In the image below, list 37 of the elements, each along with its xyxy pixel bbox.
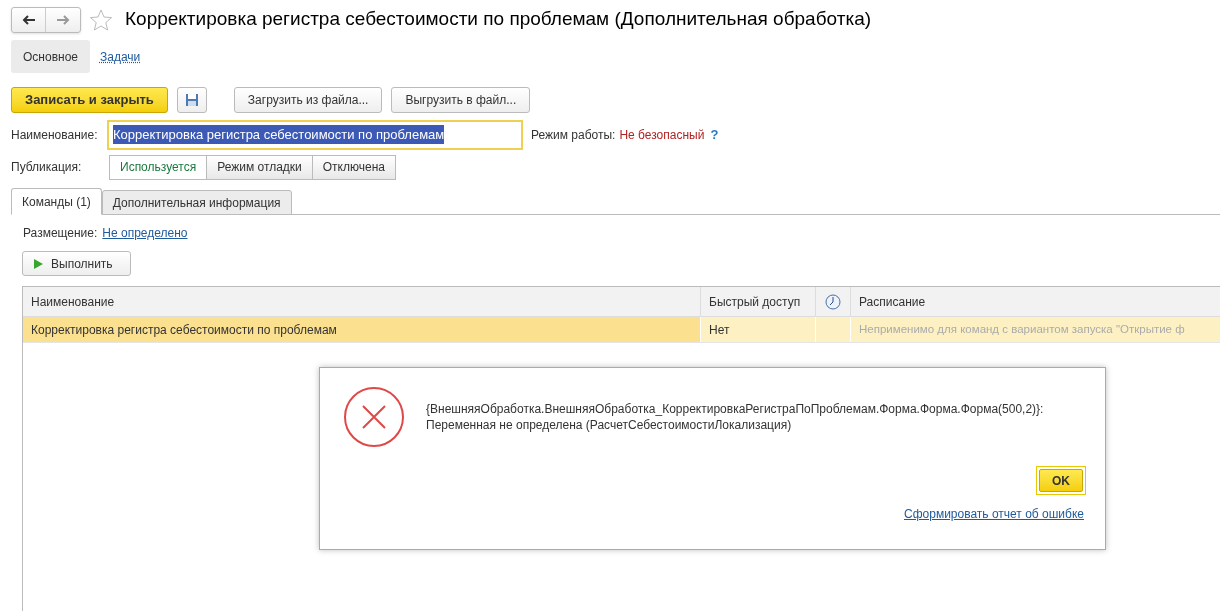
publication-option[interactable]: Отключена (311, 154, 396, 180)
toolbar-button[interactable]: Выгрузить в файл... (391, 87, 531, 113)
forward-arrow-icon (56, 14, 70, 25)
window-title: Корректировка регистра себестоимости по проблемам (Дополнительная обработка) (125, 7, 872, 32)
save-and-close-button[interactable]: Записать и закрыть (11, 87, 168, 113)
publication-option[interactable]: Используется (109, 154, 208, 180)
publication-label: Публикация: (11, 159, 83, 176)
column-header[interactable]: Быстрый доступ (701, 287, 816, 316)
clock-icon (825, 293, 841, 310)
column-header[interactable]: Расписание (851, 287, 1220, 316)
save-button[interactable] (176, 87, 207, 113)
table-cell: Нет (701, 317, 816, 342)
back-arrow-icon (21, 14, 36, 25)
mode-label: Режим работы: (531, 126, 616, 144)
ok-button[interactable]: OK (1039, 469, 1083, 492)
star-icon[interactable] (89, 7, 113, 32)
table-row[interactable]: Корректировка регистра себестоимости по проблемам Нет Неприменимо для команд с вариантом запуска "Открытие ф (23, 317, 1220, 343)
tab[interactable]: Команды (1) (11, 188, 102, 215)
column-header[interactable]: Наименование (23, 287, 701, 316)
error-report-link[interactable]: Сформировать отчет об ошибке (904, 505, 1084, 523)
toolbar-button[interactable]: Загрузить из файла... (233, 87, 383, 113)
help-link[interactable]: ? (710, 124, 719, 145)
placement-link[interactable]: Не определено (102, 224, 188, 242)
tab[interactable]: Дополнительная информация (101, 190, 292, 215)
play-icon (34, 258, 43, 269)
placement-label: Размещение: (23, 225, 98, 242)
mode-value: Не безопасный (619, 126, 705, 144)
error-message: {ВнешняяОбработка.ВнешняяОбработка_КорректировкаРегистраПоПроблемам.Форма.Форма.Форма(500,2)}: Переменная не определена (РасчетСебестоимостиЛокализация) (426, 401, 1044, 433)
table-cell: Неприменимо для команд с вариантом запуска "Открытие ф (851, 317, 1220, 342)
section-tab[interactable]: Задачи (94, 40, 147, 73)
table-cell: Корректировка регистра себестоимости по проблемам (23, 317, 701, 342)
name-field[interactable]: Корректировка регистра себестоимости по проблемам (107, 119, 523, 150)
run-button[interactable]: Выполнить (22, 251, 131, 276)
error-icon (343, 386, 405, 448)
name-label: Наименование: (11, 126, 99, 144)
publication-option[interactable]: Режим отладки (206, 154, 313, 180)
section-tab[interactable]: Основное (11, 40, 90, 73)
